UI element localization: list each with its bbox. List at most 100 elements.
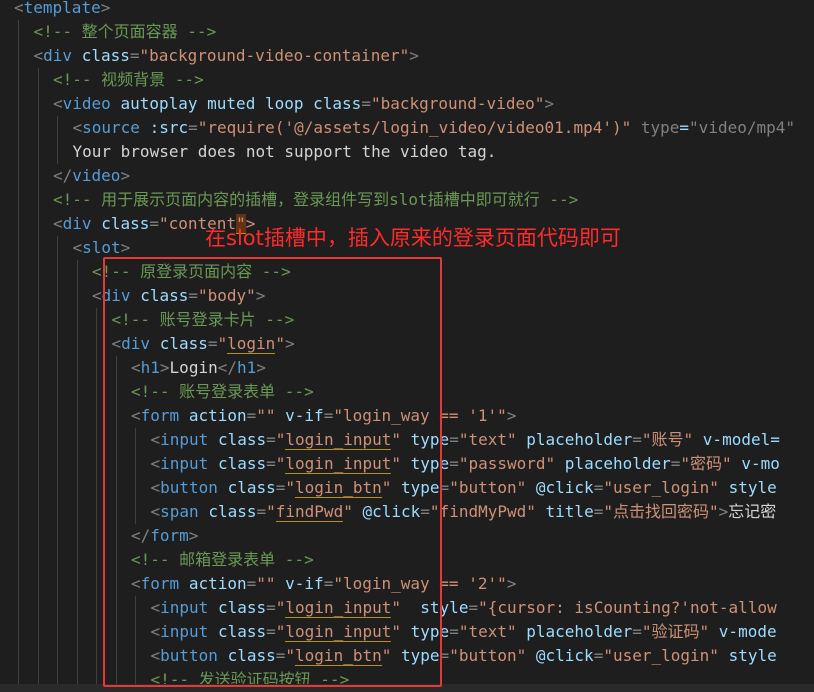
code-token: slot	[82, 238, 121, 257]
code-token: class	[81, 46, 130, 65]
code-token: placeholder	[564, 454, 671, 473]
code-token: placeholder	[526, 430, 633, 449]
code-token: "user_login"	[603, 478, 719, 497]
code-token: =	[679, 118, 690, 137]
code-token: =	[632, 430, 642, 449]
code-token: video	[72, 166, 121, 185]
code-line: <source :src="require('@/assets/login_vi…	[73, 116, 796, 140]
code-token: "user_login"	[603, 646, 719, 665]
code-token: >	[120, 166, 131, 185]
code-token: <	[53, 214, 63, 233]
code-token: >	[100, 0, 111, 17]
code-token: "	[159, 214, 169, 233]
code-token: type	[640, 118, 680, 137]
code-token: <	[72, 118, 83, 137]
code-token: >	[506, 406, 517, 425]
code-token: div	[43, 46, 73, 65]
code-token: div	[62, 214, 92, 233]
code-line: </video>	[53, 164, 130, 188]
code-token: =	[449, 430, 459, 449]
code-token: source	[82, 118, 140, 137]
code-token: "密码"	[680, 454, 732, 473]
code-token: </	[53, 166, 73, 185]
code-line: <div class="background-video-container">	[34, 44, 419, 68]
code-token: placeholder	[526, 622, 633, 641]
code-token: Your browser does not support the video …	[72, 142, 497, 161]
code-token: =	[129, 46, 140, 65]
indent-guide	[57, 116, 58, 164]
code-token: class	[101, 214, 150, 233]
code-token: class	[313, 94, 362, 113]
code-token: 忘记密	[728, 502, 777, 521]
code-token: template	[23, 0, 101, 17]
code-token: =	[361, 94, 371, 113]
code-token: v-mo	[741, 454, 780, 473]
code-token: "require(	[197, 118, 285, 137]
code-token: :src	[149, 118, 189, 137]
code-token: <!-- 视频背景 -->	[53, 70, 204, 89]
code-token: =	[593, 502, 604, 521]
indent-guide	[57, 236, 58, 692]
code-token: <!-- 用于展示页面内容的插槽，登录组件写到slot插槽中即可就行 -->	[53, 190, 579, 209]
code-token: "button"	[449, 646, 527, 665]
code-line: <!-- 整个页面容器 -->	[34, 20, 217, 44]
code-token: =	[593, 646, 604, 665]
code-line: <!-- 用于展示页面内容的插槽，登录组件写到slot插槽中即可就行 -->	[53, 188, 578, 212]
code-token: =	[188, 118, 198, 137]
code-token: @click	[535, 646, 594, 665]
code-token: =	[449, 454, 459, 473]
indent-guide	[18, 20, 19, 692]
code-line: Your browser does not support the video …	[73, 140, 497, 164]
code-token: muted	[207, 94, 256, 113]
code-token: =	[670, 454, 681, 473]
code-token: "点击找回密码"	[603, 502, 719, 521]
code-token: <	[92, 286, 102, 305]
code-token: "background-video"	[370, 94, 545, 113]
code-line: <template>	[14, 0, 110, 20]
code-token: "{cursor: isCounting?'not-allow	[478, 598, 777, 617]
code-token: v-model=	[702, 430, 780, 449]
code-token: title	[545, 502, 594, 521]
code-token: autoplay	[120, 94, 198, 113]
code-token: <	[53, 94, 63, 113]
code-token: >	[409, 46, 419, 65]
code-token: >	[120, 238, 131, 257]
code-token: video	[62, 94, 111, 113]
code-token: "text"	[458, 430, 517, 449]
code-token: <	[72, 238, 83, 257]
code-token: <	[14, 0, 24, 17]
code-token: loop	[264, 94, 304, 113]
code-token: =	[449, 622, 459, 641]
code-token: "text"	[458, 622, 517, 641]
code-token: v-mode	[718, 622, 777, 641]
code-token: <!-- 整个页面容器 -->	[33, 22, 217, 41]
code-token: =	[149, 214, 159, 233]
code-line: <!-- 视频背景 -->	[53, 68, 204, 92]
code-token: '@/assets/login_video/video01.mp4'	[284, 118, 612, 137]
code-token: "password"	[458, 454, 556, 473]
code-token: <	[33, 46, 44, 65]
code-token: )"	[611, 118, 632, 137]
code-token: "button"	[449, 478, 527, 497]
indent-guide	[76, 260, 78, 692]
code-line: <video autoplay muted loop class="backgr…	[53, 92, 554, 116]
code-token: =	[468, 598, 479, 617]
highlight-box	[103, 257, 442, 687]
